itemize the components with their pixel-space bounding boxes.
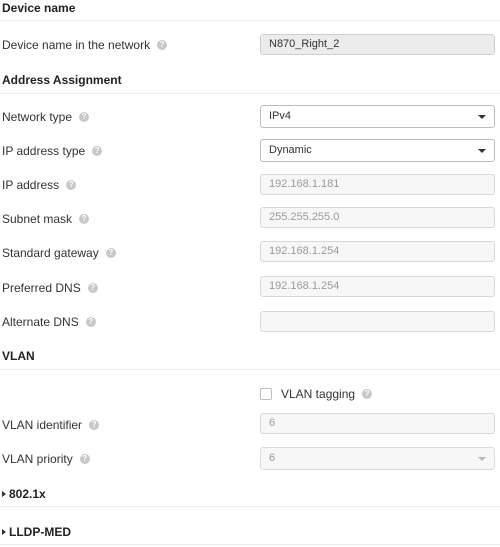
ip-address-row: IP address ? <box>2 178 77 192</box>
ip-type-row: IP address type ? <box>2 144 103 158</box>
subnet-row: Subnet mask ? <box>2 212 90 226</box>
vlan-priority-row: VLAN priority ? <box>2 452 90 466</box>
subnet-mask-field[interactable]: 255.255.255.0 <box>260 207 495 228</box>
section-title-device-name: Device name <box>2 1 76 15</box>
help-icon[interactable]: ? <box>362 389 373 399</box>
help-icon[interactable]: ? <box>79 112 90 122</box>
vlan-tagging-checkbox[interactable] <box>260 388 272 400</box>
section-toggle-lldp-med[interactable]: LLDP-MED <box>2 525 71 539</box>
vlan-priority-select[interactable]: 6 <box>260 447 495 470</box>
section-title-8021x: 802.1x <box>9 487 46 501</box>
chevron-down-icon <box>478 149 486 153</box>
vlan-identifier-field[interactable]: 6 <box>260 413 495 434</box>
help-icon[interactable]: ? <box>89 420 100 430</box>
network-type-row: Network type ? <box>2 110 90 124</box>
chevron-down-icon <box>478 457 486 461</box>
network-type-select[interactable]: IPv4 <box>260 105 495 128</box>
device-name-label: Device name in the network <box>2 38 151 52</box>
gateway-row: Standard gateway ? <box>2 246 116 260</box>
vlan-identifier-label: VLAN identifier <box>2 418 83 432</box>
network-type-label: Network type <box>2 110 73 124</box>
help-icon[interactable]: ? <box>79 454 90 464</box>
section-title-vlan: VLAN <box>2 349 35 363</box>
divider <box>0 369 500 370</box>
preferred-dns-label: Preferred DNS <box>2 281 81 295</box>
gateway-label: Standard gateway <box>2 246 99 260</box>
ip-type-value: Dynamic <box>269 144 312 156</box>
preferred-dns-field[interactable]: 192.168.1.254 <box>260 276 495 297</box>
alternate-dns-field[interactable] <box>260 311 495 332</box>
network-type-value: IPv4 <box>269 110 292 122</box>
help-icon[interactable]: ? <box>157 40 168 50</box>
gateway-field[interactable]: 192.168.1.254 <box>260 241 495 262</box>
preferred-dns-row: Preferred DNS ? <box>2 281 98 295</box>
section-toggle-8021x[interactable]: 802.1x <box>2 487 46 501</box>
help-icon[interactable]: ? <box>105 248 116 258</box>
triangle-right-icon <box>2 529 6 535</box>
divider <box>0 20 500 21</box>
triangle-right-icon <box>2 491 6 497</box>
vlan-tagging-row: VLAN tagging ? <box>260 387 373 401</box>
vlan-priority-label: VLAN priority <box>2 452 73 466</box>
help-icon[interactable]: ? <box>87 283 98 293</box>
device-name-row: Device name in the network ? <box>2 38 168 52</box>
help-icon[interactable]: ? <box>85 317 96 327</box>
device-name-field[interactable]: N870_Right_2 <box>260 34 495 55</box>
section-title-lldp-med: LLDP-MED <box>9 525 71 539</box>
alternate-dns-label: Alternate DNS <box>2 315 79 329</box>
help-icon[interactable]: ? <box>66 180 77 190</box>
section-title-address-assignment: Address Assignment <box>2 73 122 87</box>
alternate-dns-row: Alternate DNS ? <box>2 315 96 329</box>
help-icon[interactable]: ? <box>92 146 103 156</box>
subnet-label: Subnet mask <box>2 212 73 226</box>
chevron-down-icon <box>478 115 486 119</box>
vlan-priority-value: 6 <box>269 452 276 464</box>
ip-type-label: IP address type <box>2 144 86 158</box>
vlan-identifier-row: VLAN identifier ? <box>2 418 100 432</box>
help-icon[interactable]: ? <box>79 214 90 224</box>
ip-address-label: IP address <box>2 178 60 192</box>
ip-type-select[interactable]: Dynamic <box>260 139 495 162</box>
divider <box>0 93 500 94</box>
divider <box>0 544 500 545</box>
divider <box>0 506 500 507</box>
vlan-tagging-label[interactable]: VLAN tagging <box>281 387 355 401</box>
ip-address-field[interactable]: 192.168.1.181 <box>260 174 495 195</box>
